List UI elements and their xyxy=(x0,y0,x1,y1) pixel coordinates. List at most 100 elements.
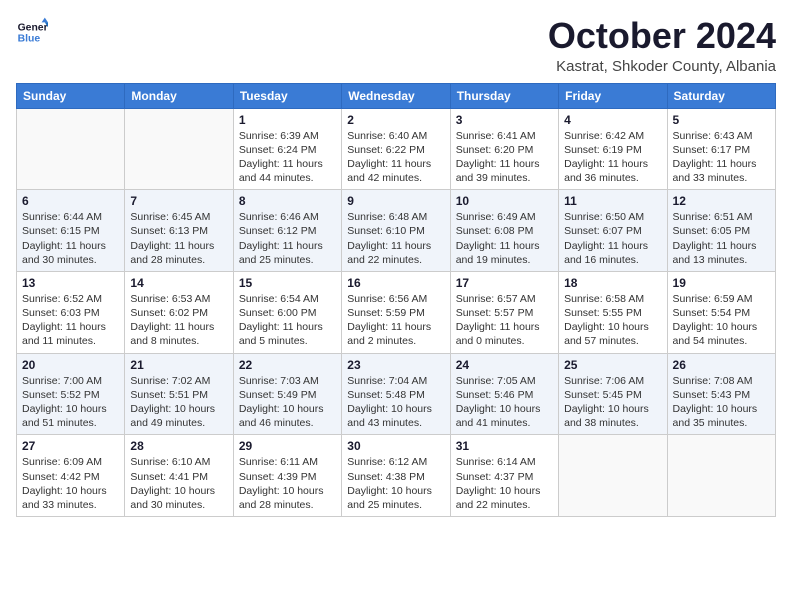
calendar-cell xyxy=(559,435,667,517)
day-info: Sunrise: 6:58 AM Sunset: 5:55 PM Dayligh… xyxy=(564,292,661,349)
day-info: Sunrise: 6:09 AM Sunset: 4:42 PM Dayligh… xyxy=(22,455,119,512)
calendar-cell: 14Sunrise: 6:53 AM Sunset: 6:02 PM Dayli… xyxy=(125,271,233,353)
day-number: 16 xyxy=(347,276,444,290)
day-number: 18 xyxy=(564,276,661,290)
day-info: Sunrise: 6:43 AM Sunset: 6:17 PM Dayligh… xyxy=(673,129,770,186)
calendar-cell: 3Sunrise: 6:41 AM Sunset: 6:20 PM Daylig… xyxy=(450,108,558,190)
weekday-header-wednesday: Wednesday xyxy=(342,83,450,108)
calendar-cell: 8Sunrise: 6:46 AM Sunset: 6:12 PM Daylig… xyxy=(233,190,341,272)
calendar-cell xyxy=(125,108,233,190)
day-number: 2 xyxy=(347,113,444,127)
calendar-cell: 5 Sunrise: 6:43 AM Sunset: 6:17 PM Daylig… xyxy=(667,108,775,190)
calendar-cell: 29Sunrise: 6:11 AM Sunset: 4:39 PM Dayli… xyxy=(233,435,341,517)
weekday-header-monday: Monday xyxy=(125,83,233,108)
calendar-cell: 31 Sunrise: 6:14 AM Sunset: 4:37 PM Dayli… xyxy=(450,435,558,517)
day-info: Sunrise: 6:52 AM Sunset: 6:03 PM Dayligh… xyxy=(22,292,119,349)
day-number: 9 xyxy=(347,194,444,208)
day-info: Sunrise: 7:00 AM Sunset: 5:52 PM Dayligh… xyxy=(22,374,119,431)
weekday-header-tuesday: Tuesday xyxy=(233,83,341,108)
day-info: Sunrise: 6:42 AM Sunset: 6:19 PM Dayligh… xyxy=(564,129,661,186)
calendar-cell xyxy=(17,108,125,190)
calendar-cell: 17Sunrise: 6:57 AM Sunset: 5:57 PM Dayli… xyxy=(450,271,558,353)
calendar-cell: 9 Sunrise: 6:48 AM Sunset: 6:10 PM Daylig… xyxy=(342,190,450,272)
day-info: Sunrise: 6:49 AM Sunset: 6:08 PM Dayligh… xyxy=(456,210,553,267)
calendar-table: SundayMondayTuesdayWednesdayThursdayFrid… xyxy=(16,83,776,517)
day-info: Sunrise: 7:06 AM Sunset: 5:45 PM Dayligh… xyxy=(564,374,661,431)
calendar-cell: 22Sunrise: 7:03 AM Sunset: 5:49 PM Dayli… xyxy=(233,353,341,435)
weekday-header-sunday: Sunday xyxy=(17,83,125,108)
day-info: Sunrise: 6:41 AM Sunset: 6:20 PM Dayligh… xyxy=(456,129,553,186)
calendar-cell: 20 Sunrise: 7:00 AM Sunset: 5:52 PM Dayli… xyxy=(17,353,125,435)
title-block: October 2024 Kastrat, Shkoder County, Al… xyxy=(548,16,776,75)
calendar-cell: 21 Sunrise: 7:02 AM Sunset: 5:51 PM Dayli… xyxy=(125,353,233,435)
day-number: 27 xyxy=(22,439,119,453)
day-number: 25 xyxy=(564,358,661,372)
day-number: 21 xyxy=(130,358,227,372)
calendar-cell: 26Sunrise: 7:08 AM Sunset: 5:43 PM Dayli… xyxy=(667,353,775,435)
day-info: Sunrise: 6:59 AM Sunset: 5:54 PM Dayligh… xyxy=(673,292,770,349)
calendar-cell: 10 Sunrise: 6:49 AM Sunset: 6:08 PM Dayli… xyxy=(450,190,558,272)
calendar-cell: 6 Sunrise: 6:44 AM Sunset: 6:15 PM Daylig… xyxy=(17,190,125,272)
calendar-cell: 2 Sunrise: 6:40 AM Sunset: 6:22 PM Daylig… xyxy=(342,108,450,190)
day-number: 23 xyxy=(347,358,444,372)
day-number: 29 xyxy=(239,439,336,453)
calendar-cell: 28 Sunrise: 6:10 AM Sunset: 4:41 PM Dayli… xyxy=(125,435,233,517)
day-number: 6 xyxy=(22,194,119,208)
day-number: 22 xyxy=(239,358,336,372)
calendar-cell: 19 Sunrise: 6:59 AM Sunset: 5:54 PM Dayli… xyxy=(667,271,775,353)
weekday-row: SundayMondayTuesdayWednesdayThursdayFrid… xyxy=(17,83,776,108)
calendar-body: 1Sunrise: 6:39 AM Sunset: 6:24 PM Daylig… xyxy=(17,108,776,516)
day-number: 1 xyxy=(239,113,336,127)
day-number: 20 xyxy=(22,358,119,372)
weekday-header-thursday: Thursday xyxy=(450,83,558,108)
day-number: 12 xyxy=(673,194,770,208)
day-number: 24 xyxy=(456,358,553,372)
calendar-cell: 24Sunrise: 7:05 AM Sunset: 5:46 PM Dayli… xyxy=(450,353,558,435)
calendar-cell xyxy=(667,435,775,517)
day-info: Sunrise: 6:50 AM Sunset: 6:07 PM Dayligh… xyxy=(564,210,661,267)
month-title: October 2024 xyxy=(548,16,776,56)
day-info: Sunrise: 6:40 AM Sunset: 6:22 PM Dayligh… xyxy=(347,129,444,186)
day-number: 10 xyxy=(456,194,553,208)
day-info: Sunrise: 6:48 AM Sunset: 6:10 PM Dayligh… xyxy=(347,210,444,267)
calendar-cell: 1Sunrise: 6:39 AM Sunset: 6:24 PM Daylig… xyxy=(233,108,341,190)
day-number: 28 xyxy=(130,439,227,453)
day-number: 26 xyxy=(673,358,770,372)
day-info: Sunrise: 7:04 AM Sunset: 5:48 PM Dayligh… xyxy=(347,374,444,431)
calendar-cell: 15 Sunrise: 6:54 AM Sunset: 6:00 PM Dayli… xyxy=(233,271,341,353)
logo-icon: General Blue xyxy=(16,16,48,48)
calendar-week-1: 1Sunrise: 6:39 AM Sunset: 6:24 PM Daylig… xyxy=(17,108,776,190)
day-number: 17 xyxy=(456,276,553,290)
calendar-cell: 18 Sunrise: 6:58 AM Sunset: 5:55 PM Dayli… xyxy=(559,271,667,353)
calendar-cell: 30 Sunrise: 6:12 AM Sunset: 4:38 PM Dayli… xyxy=(342,435,450,517)
day-info: Sunrise: 6:14 AM Sunset: 4:37 PM Dayligh… xyxy=(456,455,553,512)
day-number: 5 xyxy=(673,113,770,127)
day-info: Sunrise: 6:56 AM Sunset: 5:59 PM Dayligh… xyxy=(347,292,444,349)
day-number: 15 xyxy=(239,276,336,290)
day-number: 8 xyxy=(239,194,336,208)
day-info: Sunrise: 6:44 AM Sunset: 6:15 PM Dayligh… xyxy=(22,210,119,267)
calendar-cell: 13Sunrise: 6:52 AM Sunset: 6:03 PM Dayli… xyxy=(17,271,125,353)
calendar-cell: 16 Sunrise: 6:56 AM Sunset: 5:59 PM Dayli… xyxy=(342,271,450,353)
calendar-cell: 4 Sunrise: 6:42 AM Sunset: 6:19 PM Daylig… xyxy=(559,108,667,190)
day-info: Sunrise: 7:02 AM Sunset: 5:51 PM Dayligh… xyxy=(130,374,227,431)
calendar-cell: 12Sunrise: 6:51 AM Sunset: 6:05 PM Dayli… xyxy=(667,190,775,272)
calendar-cell: 25 Sunrise: 7:06 AM Sunset: 5:45 PM Dayli… xyxy=(559,353,667,435)
calendar-week-4: 20 Sunrise: 7:00 AM Sunset: 5:52 PM Dayli… xyxy=(17,353,776,435)
page-header: General Blue General Blue October 2024 K… xyxy=(16,16,776,75)
weekday-header-saturday: Saturday xyxy=(667,83,775,108)
calendar-cell: 7Sunrise: 6:45 AM Sunset: 6:13 PM Daylig… xyxy=(125,190,233,272)
calendar-week-5: 27 Sunrise: 6:09 AM Sunset: 4:42 PM Dayli… xyxy=(17,435,776,517)
svg-text:General: General xyxy=(18,22,48,33)
day-number: 31 xyxy=(456,439,553,453)
day-info: Sunrise: 6:12 AM Sunset: 4:38 PM Dayligh… xyxy=(347,455,444,512)
logo: General Blue General Blue xyxy=(16,16,48,48)
day-info: Sunrise: 6:54 AM Sunset: 6:00 PM Dayligh… xyxy=(239,292,336,349)
day-info: Sunrise: 6:10 AM Sunset: 4:41 PM Dayligh… xyxy=(130,455,227,512)
location-title: Kastrat, Shkoder County, Albania xyxy=(548,58,776,75)
calendar-week-3: 13Sunrise: 6:52 AM Sunset: 6:03 PM Dayli… xyxy=(17,271,776,353)
day-number: 4 xyxy=(564,113,661,127)
day-info: Sunrise: 6:45 AM Sunset: 6:13 PM Dayligh… xyxy=(130,210,227,267)
day-number: 30 xyxy=(347,439,444,453)
day-number: 19 xyxy=(673,276,770,290)
